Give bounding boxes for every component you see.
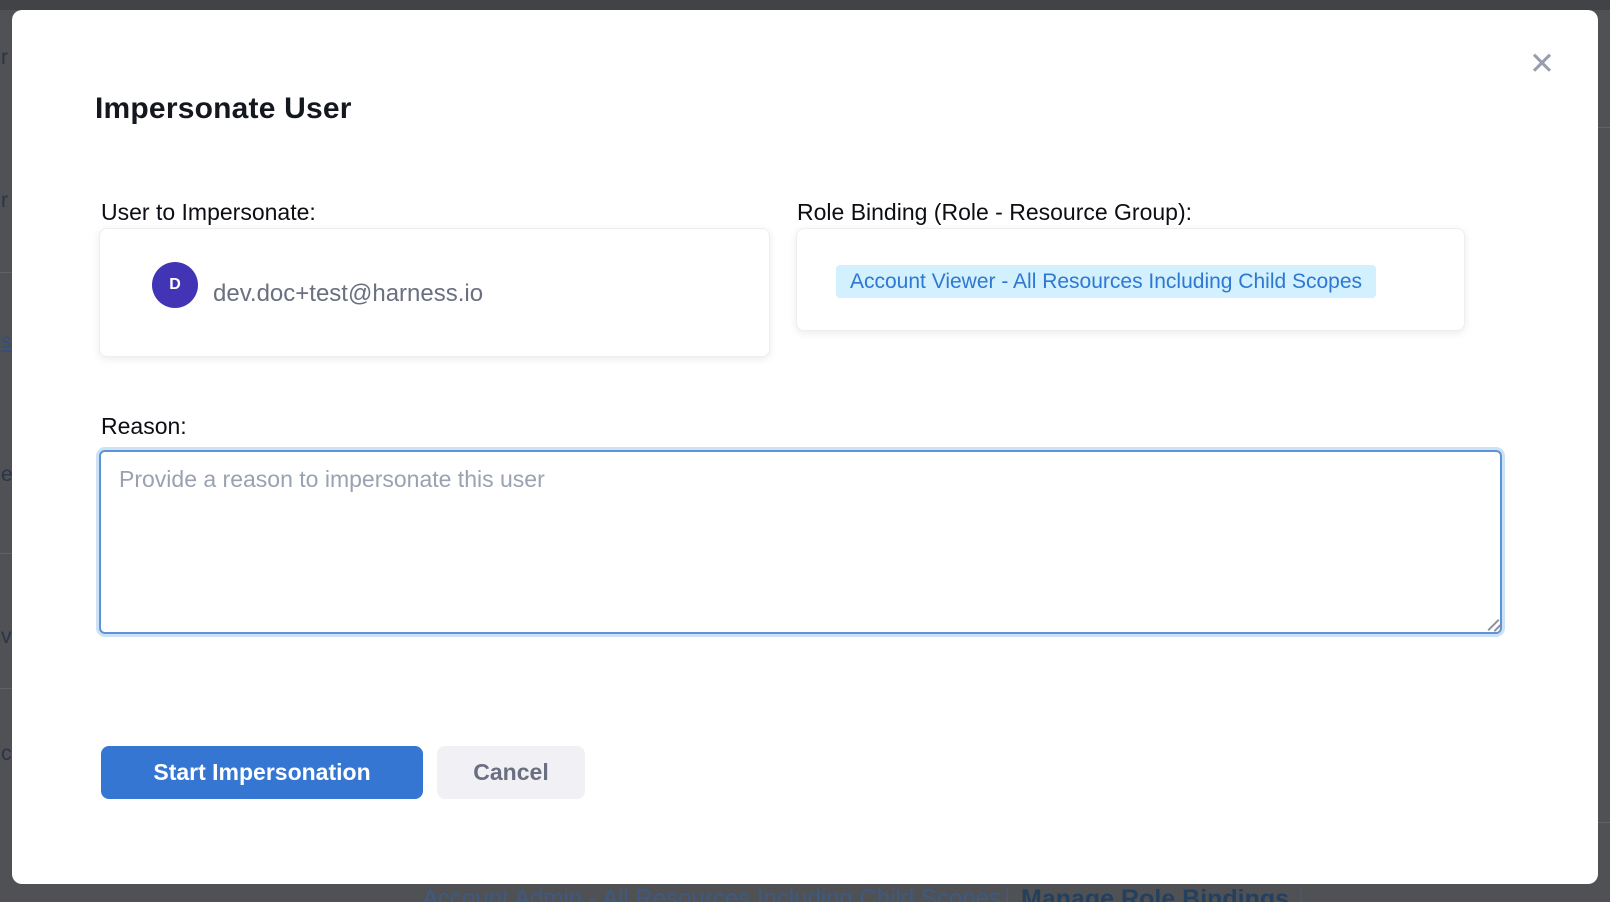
background-text-fragment: r xyxy=(1,189,8,213)
start-impersonation-button[interactable]: Start Impersonation xyxy=(101,746,423,799)
background-text-fragment: r xyxy=(1,46,8,70)
background-text-fragment: s xyxy=(1,330,12,354)
reason-label: Reason: xyxy=(101,413,187,440)
backdrop-top-strip xyxy=(0,0,1610,10)
dialog-title: Impersonate User xyxy=(95,92,352,126)
user-card: D dev.doc+test@harness.io xyxy=(99,228,770,357)
user-avatar: D xyxy=(152,262,198,308)
role-binding-label: Role Binding (Role - Resource Group): xyxy=(797,199,1192,226)
background-divider xyxy=(1598,822,1610,823)
resize-handle-icon[interactable] xyxy=(1485,615,1501,631)
background-manage-role-bindings-link: Manage Role Bindings xyxy=(1021,885,1289,902)
screen: r r s ev ve ct Account Admin - All Resou… xyxy=(0,0,1610,902)
background-separator: | xyxy=(1004,885,1010,902)
avatar-initial: D xyxy=(169,276,181,294)
background-table-row: Account Admin - All Resources Including … xyxy=(0,884,1610,902)
background-divider xyxy=(0,688,12,689)
role-binding-tag: Account Viewer - All Resources Including… xyxy=(836,265,1376,298)
close-icon[interactable]: ✕ xyxy=(1524,46,1560,82)
background-divider xyxy=(1598,127,1610,128)
impersonate-user-dialog: ✕ Impersonate User User to Impersonate: … xyxy=(12,10,1598,884)
background-divider xyxy=(0,553,12,554)
user-email: dev.doc+test@harness.io xyxy=(213,229,483,358)
background-divider xyxy=(0,272,12,273)
background-separator: | xyxy=(1298,885,1304,902)
user-to-impersonate-label: User to Impersonate: xyxy=(101,199,316,226)
reason-textarea[interactable] xyxy=(99,450,1502,634)
role-binding-card: Account Viewer - All Resources Including… xyxy=(796,228,1465,331)
background-role-binding-link: Account Admin - All Resources Including … xyxy=(422,885,1001,902)
cancel-button[interactable]: Cancel xyxy=(437,746,585,799)
